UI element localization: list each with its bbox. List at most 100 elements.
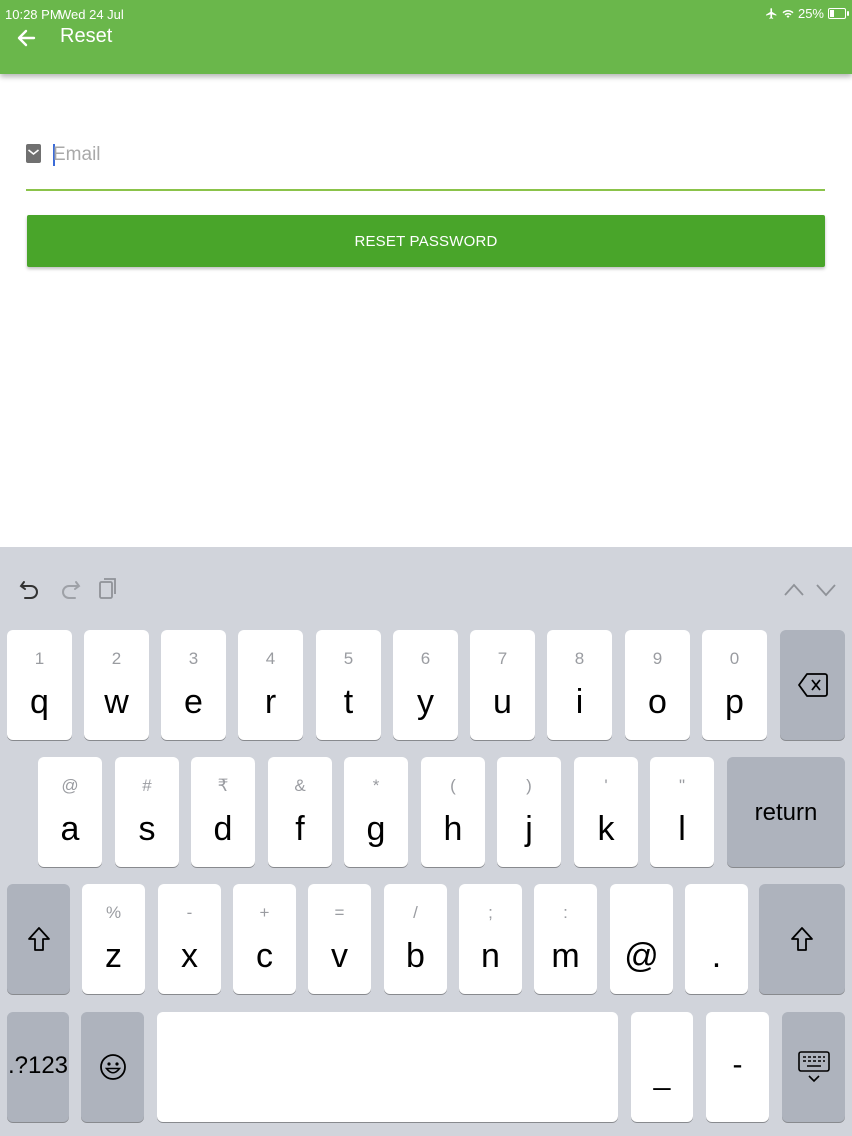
back-button[interactable] [14, 24, 40, 52]
key-alt-label: + [259, 903, 270, 922]
reset-password-button[interactable]: RESET PASSWORD [27, 215, 825, 267]
shift-key-right[interactable] [759, 884, 845, 994]
key-label: x [181, 937, 198, 975]
arrow-left-icon [17, 29, 36, 47]
key-alt-label: % [105, 903, 122, 922]
key-alt-label: ₹ [217, 776, 229, 795]
key-row3-8[interactable]: . [685, 884, 748, 994]
key-label: v [331, 937, 348, 975]
key-label: b [406, 937, 425, 975]
return-key[interactable]: return [727, 757, 845, 867]
key-row2-0[interactable]: @ a [38, 757, 102, 867]
wifi-icon [782, 9, 794, 18]
on-screen-keyboard: 1q2w3e4r5t6y7u8i9o0p @ a # s ₹ d & f * g(h) j ' k " l … [0, 547, 852, 1136]
status-indicators: 25% [765, 6, 849, 21]
key-row2-1[interactable]: # s [115, 757, 179, 867]
key-label: d [213, 810, 233, 848]
key-row1-6[interactable]: 7u [470, 630, 535, 740]
key-label: l [678, 810, 686, 848]
underscore-key[interactable]: _ [631, 1012, 693, 1122]
key-row1-8[interactable]: 9o [625, 630, 690, 740]
key-row1-3[interactable]: 4r [238, 630, 303, 740]
airplane-icon [766, 8, 777, 19]
key-row3-0[interactable]: % z [82, 884, 145, 994]
key-row2-7[interactable]: ' k [574, 757, 638, 867]
key-label: r [264, 683, 277, 721]
email-field-row [26, 133, 825, 191]
key-alt-label: ' [604, 776, 608, 795]
key-row1-0[interactable]: 1q [7, 630, 72, 740]
key-alt-label: : [563, 903, 568, 922]
key-row2-8[interactable]: " l [650, 757, 714, 867]
key-row2-4[interactable]: * g [344, 757, 408, 867]
key-row2-3[interactable]: & f [268, 757, 332, 867]
emoji-icon [99, 1054, 126, 1080]
key-alt-label: 8 [574, 649, 585, 668]
redo-icon[interactable] [57, 577, 83, 603]
key-label: s [138, 810, 156, 848]
key-row2-2[interactable]: ₹ d [191, 757, 255, 867]
key-row1-4[interactable]: 5t [316, 630, 381, 740]
key-label: c [256, 937, 273, 975]
key-row2-5[interactable]: (h [421, 757, 485, 867]
key-row1-9[interactable]: 0p [702, 630, 767, 740]
email-input[interactable] [53, 141, 813, 169]
shift-icon [27, 927, 50, 951]
key-label: y [417, 683, 434, 721]
key-alt-label: 4 [265, 649, 276, 668]
key-alt-label: 7 [497, 649, 508, 668]
status-time: 10:28 PM [5, 7, 61, 22]
emoji-key[interactable] [81, 1012, 144, 1122]
key-row1-1[interactable]: 2w [84, 630, 149, 740]
backspace-key[interactable] [780, 630, 845, 740]
key-label: e [184, 683, 203, 721]
key-alt-label: " [678, 776, 686, 795]
battery-icon [828, 8, 849, 19]
key-alt-label: / [413, 903, 418, 922]
shift-key-left[interactable] [7, 884, 70, 994]
key-row3-1[interactable]: -x [158, 884, 221, 994]
undo-icon[interactable] [17, 577, 43, 603]
chevron-up-icon[interactable] [781, 577, 807, 603]
dash-key[interactable]: - [706, 1012, 769, 1122]
key-alt-label: - [186, 903, 193, 922]
space-key[interactable] [157, 1012, 618, 1122]
key-row3-4[interactable]: / b [384, 884, 447, 994]
key-alt-label: 6 [420, 649, 431, 668]
status-date: Wed 24 Jul [59, 7, 124, 22]
key-row3-5[interactable]: ; n [459, 884, 522, 994]
dismiss-keyboard-key[interactable] [782, 1012, 845, 1122]
key-row3-2[interactable]: + c [233, 884, 296, 994]
key-label: . [711, 937, 722, 975]
key-row1-7[interactable]: 8i [547, 630, 612, 740]
key-row1-2[interactable]: 3e [161, 630, 226, 740]
key-alt-label: 1 [34, 649, 45, 668]
key-row1-5[interactable]: 6y [393, 630, 458, 740]
app-bar: 10:28 PM Wed 24 Jul 25% Reset [0, 0, 852, 74]
key-row3-3[interactable]: = v [308, 884, 371, 994]
key-label: k [597, 810, 615, 848]
key-alt-label: @ [61, 776, 79, 795]
chevron-down-icon[interactable] [813, 577, 839, 603]
paste-icon[interactable] [95, 576, 121, 602]
key-row2-6[interactable]: ) j [497, 757, 561, 867]
key-row3-7[interactable]: @ [610, 884, 673, 994]
key-label: h [443, 810, 463, 848]
page-title: Reset [60, 25, 113, 47]
key-row3-6[interactable]: :m [534, 884, 597, 994]
key-label: f [295, 810, 305, 848]
key-alt-label: 0 [729, 649, 740, 668]
key-alt-label: = [334, 903, 345, 922]
key-alt-label: ) [526, 776, 532, 795]
battery-percent: 25% [797, 6, 824, 21]
key-label: n [481, 937, 500, 975]
key-alt-label: 5 [343, 649, 354, 668]
mail-icon [26, 144, 41, 163]
key-alt-label: ; [488, 903, 493, 922]
shift-icon [791, 927, 813, 951]
key-label: @ [624, 937, 659, 975]
key-alt-label: ( [450, 776, 456, 795]
key-label: o [648, 683, 667, 721]
key-alt-label: * [372, 776, 380, 795]
numbers-key[interactable]: .?123 [7, 1012, 69, 1122]
